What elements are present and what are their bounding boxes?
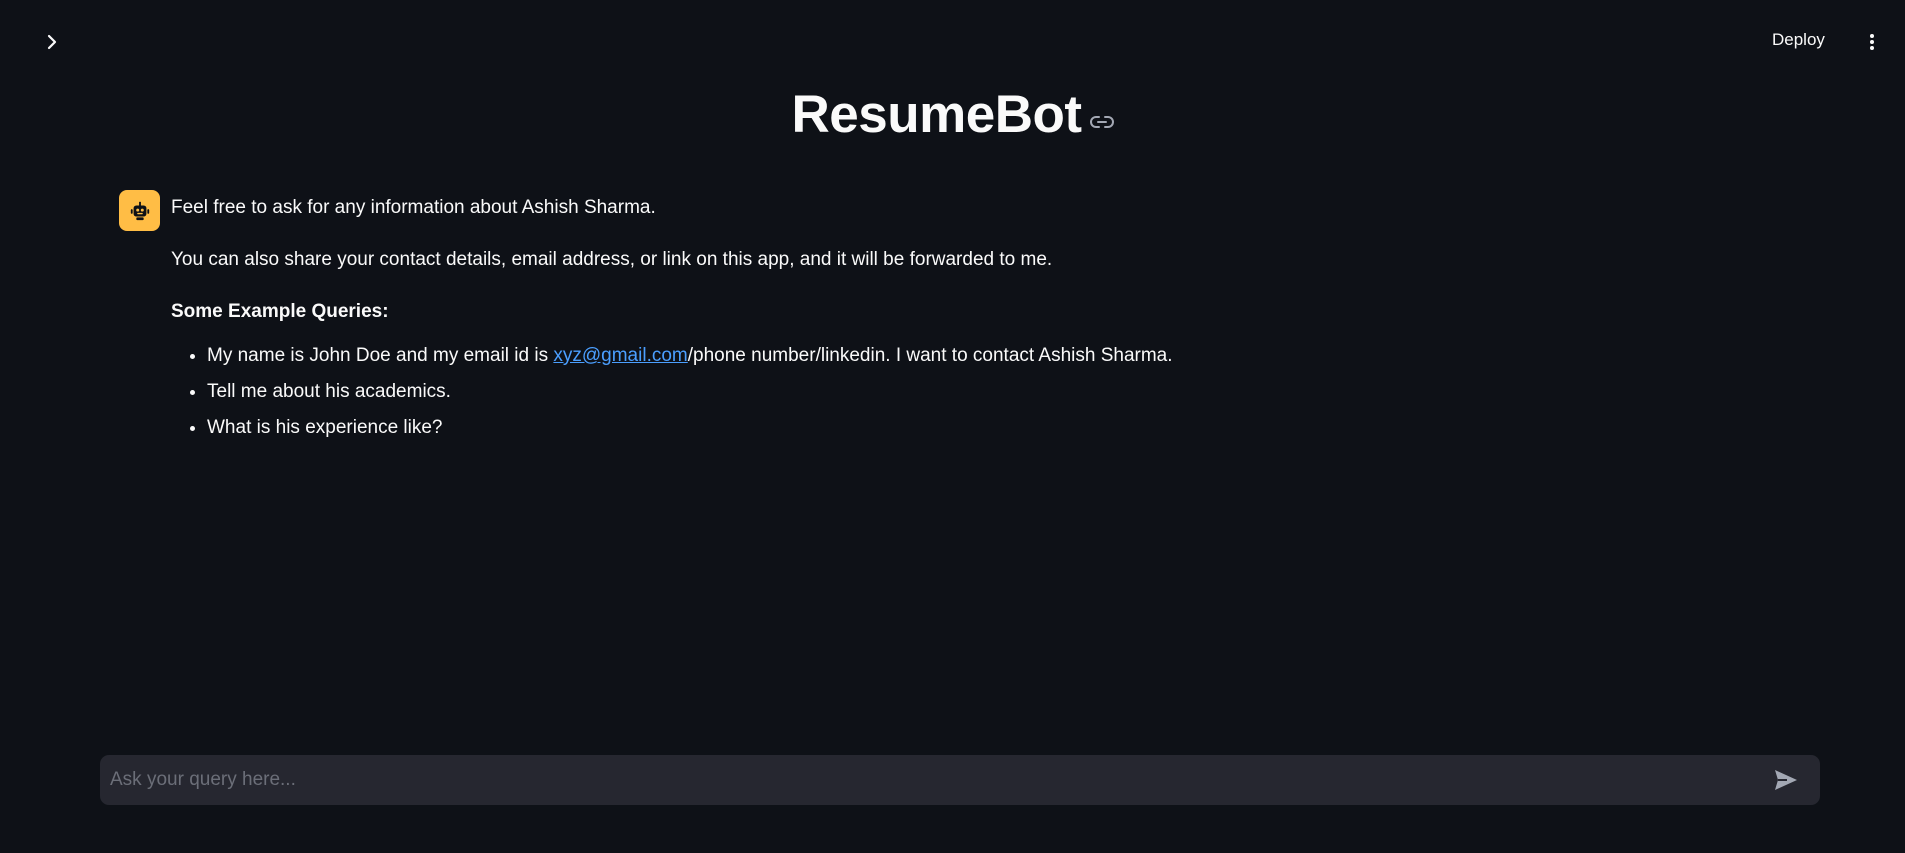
page-title: ResumeBot — [791, 85, 1082, 144]
robot-icon — [130, 201, 149, 220]
examples-heading: Some Example Queries: — [171, 301, 389, 322]
send-icon — [1775, 770, 1797, 790]
app-root: Deploy ResumeBot Feel free to ask for an… — [0, 0, 1905, 853]
kebab-menu-icon — [1870, 34, 1874, 50]
main-menu-button[interactable] — [1862, 31, 1882, 53]
send-button[interactable] — [1766, 760, 1806, 800]
example-query-item: My name is John Doe and my email id is x… — [207, 343, 1173, 369]
chat-input-container — [100, 755, 1820, 805]
chat-input[interactable] — [100, 769, 1766, 791]
example-query-prefix: My name is John Doe and my email id is — [207, 345, 554, 366]
assistant-avatar — [119, 190, 160, 231]
assistant-message: Feel free to ask for any information abo… — [119, 190, 1719, 451]
example-query-item: What is his experience like? — [207, 415, 1173, 441]
link-anchor-icon[interactable] — [1089, 115, 1114, 129]
email-link[interactable]: xyz@gmail.com — [553, 345, 687, 366]
message-line-intro: Feel free to ask for any information abo… — [171, 197, 656, 218]
title-container: ResumeBot — [0, 80, 1905, 150]
message-line-share: You can also share your contact details,… — [171, 249, 1053, 270]
example-query-suffix: /phone number/linkedin. I want to contac… — [687, 345, 1173, 366]
message-content: Feel free to ask for any information abo… — [171, 190, 1173, 451]
example-queries-list: My name is John Doe and my email id is x… — [171, 343, 1173, 441]
deploy-button[interactable]: Deploy — [1772, 30, 1825, 50]
sidebar-toggle-button[interactable] — [38, 28, 66, 56]
example-query-item: Tell me about his academics. — [207, 379, 1173, 405]
chevron-right-icon — [47, 34, 57, 50]
